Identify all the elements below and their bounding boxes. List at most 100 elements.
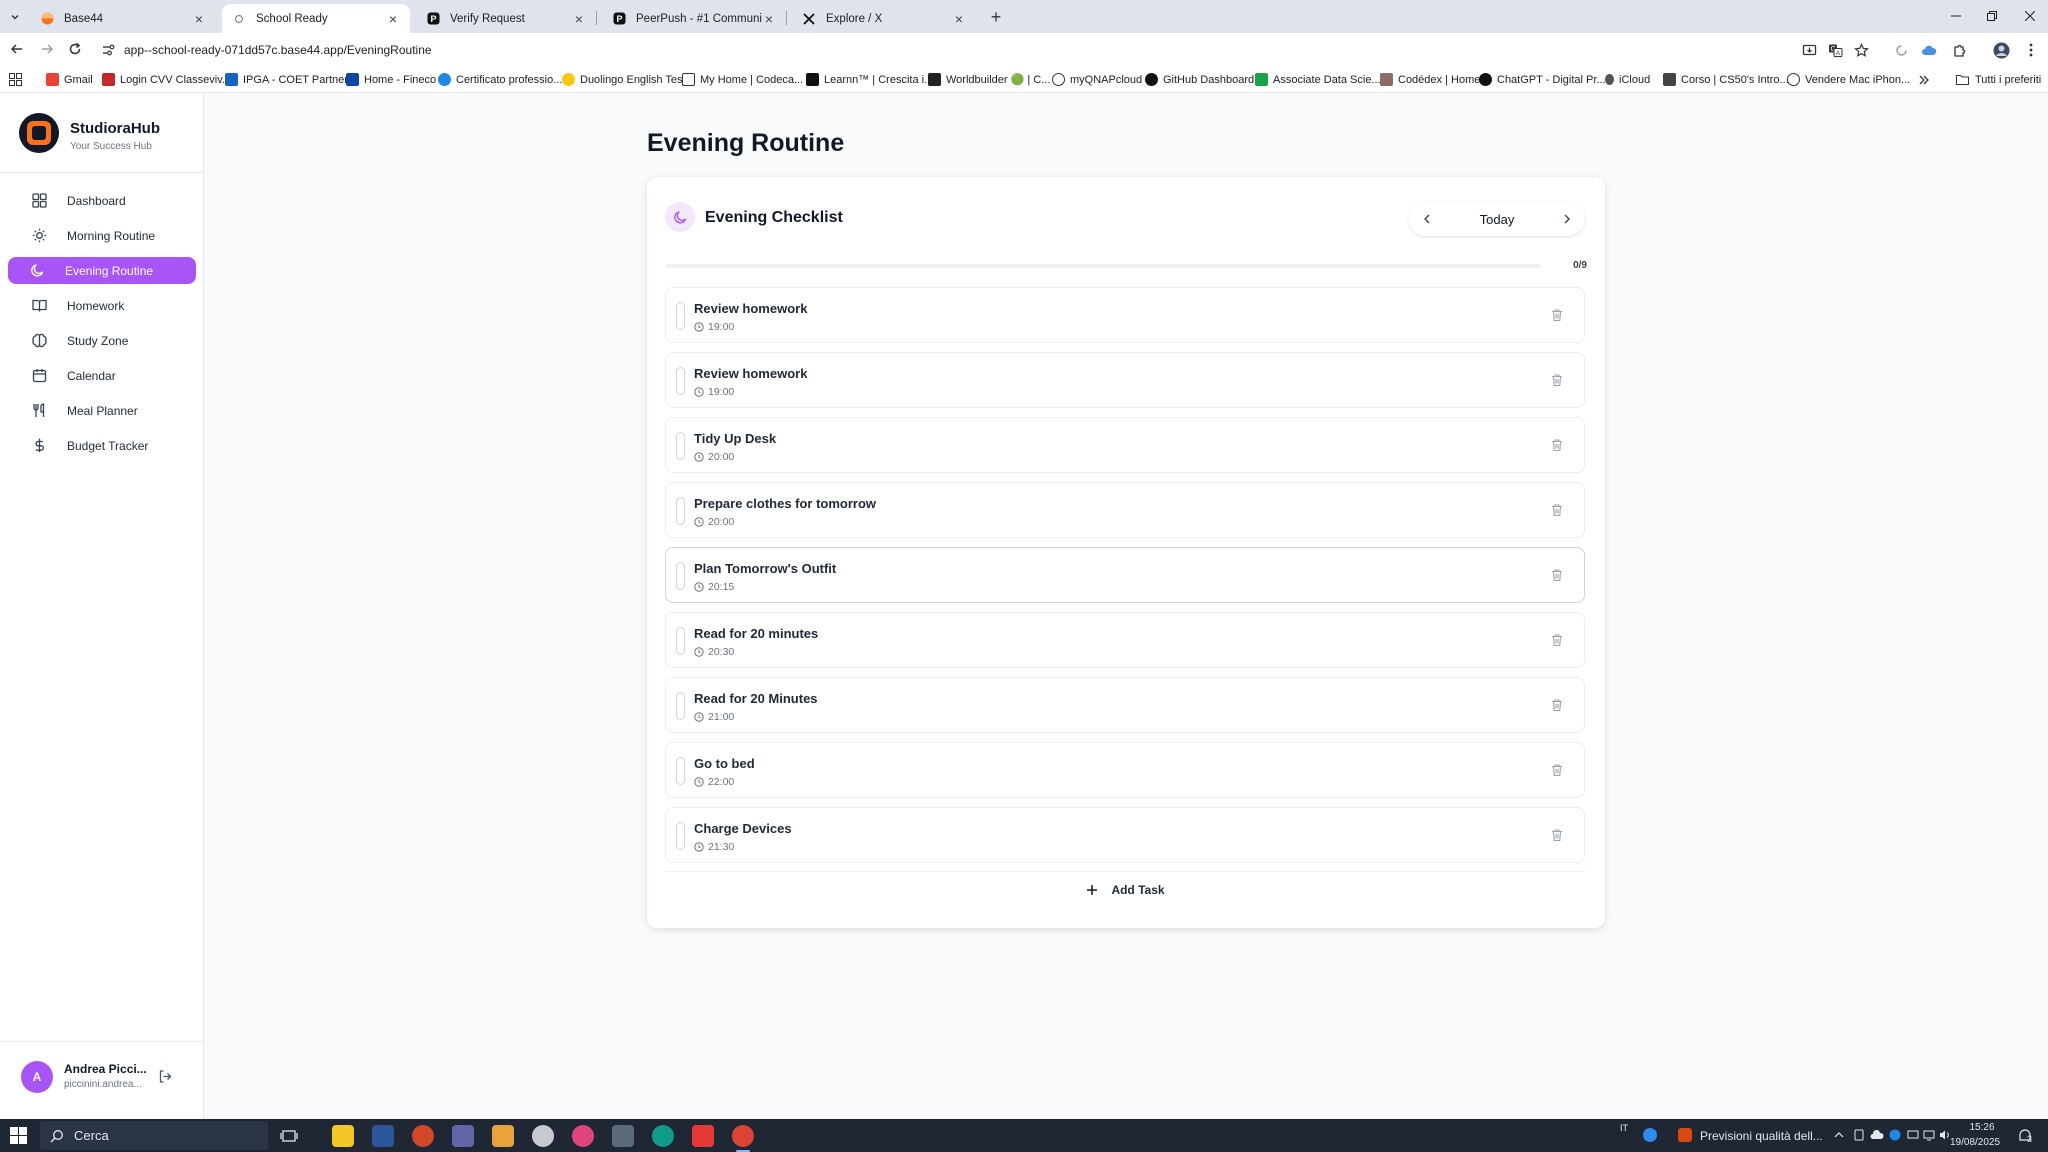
cloud-extension-icon[interactable]: [1920, 41, 1938, 59]
task-checkbox[interactable]: [676, 302, 685, 330]
task-checkbox[interactable]: [676, 757, 685, 785]
site-settings-icon[interactable]: [100, 42, 116, 58]
task-row[interactable]: Review homework 19:00: [665, 352, 1585, 408]
tab-search-chevron-icon[interactable]: [6, 8, 24, 26]
taskbar-time[interactable]: 15:26: [1962, 1122, 2002, 1133]
restore-icon[interactable]: [1982, 6, 2002, 26]
taskbar-date[interactable]: 19/08/2025: [1950, 1137, 2000, 1148]
trash-icon[interactable]: [1550, 763, 1564, 777]
chrome-app-icon[interactable]: [732, 1125, 754, 1152]
bookmark-icloud[interactable]: iCloud: [1605, 71, 1650, 88]
forward-arrow-icon[interactable]: [38, 40, 56, 58]
task-row[interactable]: Review homework 19:00: [665, 287, 1585, 343]
apps-grid-icon[interactable]: [9, 71, 22, 88]
bookmark-myqnapcloud[interactable]: myQNAPcloud: [1052, 71, 1142, 88]
trash-icon[interactable]: [1550, 438, 1564, 452]
task-checkbox[interactable]: [676, 627, 685, 655]
task-checkbox[interactable]: [676, 562, 685, 590]
trash-icon[interactable]: [1550, 308, 1564, 322]
help-icon[interactable]: [1643, 1128, 1657, 1142]
logout-icon[interactable]: [158, 1069, 173, 1084]
taskbar-search[interactable]: Cerca: [40, 1121, 268, 1150]
chevron-up-icon[interactable]: [1832, 1128, 1846, 1142]
task-view-icon[interactable]: [278, 1125, 300, 1147]
sidebar-item-budget-tracker[interactable]: Budget Tracker: [8, 432, 196, 459]
bookmark-ipga[interactable]: IPGA - COET Partners: [225, 71, 353, 88]
task-checkbox[interactable]: [676, 692, 685, 720]
close-icon[interactable]: ×: [952, 11, 966, 27]
trash-icon[interactable]: [1550, 828, 1564, 842]
add-task-button[interactable]: Add Task: [665, 871, 1585, 907]
sidebar-item-dashboard[interactable]: Dashboard: [8, 187, 196, 214]
task-checkbox[interactable]: [676, 822, 685, 850]
sidebar-item-evening-routine[interactable]: Evening Routine: [8, 257, 196, 284]
browser-tab-verify-request[interactable]: P Verify Request ×: [416, 4, 596, 33]
trash-icon[interactable]: [1550, 503, 1564, 517]
bookmark-gmail[interactable]: Gmail: [46, 71, 93, 88]
steam-app-icon[interactable]: [532, 1125, 554, 1147]
trash-icon[interactable]: [1550, 633, 1564, 647]
folder-app-icon[interactable]: [492, 1125, 514, 1147]
defender-icon[interactable]: [1888, 1128, 1902, 1142]
reload-icon[interactable]: [66, 40, 84, 58]
task-checkbox[interactable]: [676, 497, 685, 525]
bookmark-worldbuilder[interactable]: Worldbuilder 🟢 | C...: [928, 71, 1050, 88]
back-arrow-icon[interactable]: [8, 40, 26, 58]
task-checkbox[interactable]: [676, 367, 685, 395]
bookmark-associate-data[interactable]: Associate Data Scie...: [1255, 71, 1381, 88]
sidebar-item-homework[interactable]: Homework: [8, 292, 196, 319]
sidebar-item-calendar[interactable]: Calendar: [8, 362, 196, 389]
close-icon[interactable]: ×: [572, 11, 586, 27]
calculator-app-icon[interactable]: [612, 1125, 634, 1147]
sidebar-item-morning-routine[interactable]: Morning Routine: [8, 222, 196, 249]
meet-now-icon[interactable]: [1852, 1128, 1866, 1142]
media-player-app-icon[interactable]: [692, 1125, 714, 1147]
trash-icon[interactable]: [1550, 698, 1564, 712]
bookmark-codeca[interactable]: My Home | Codeca...: [682, 71, 803, 88]
extension-loading-icon[interactable]: [1892, 41, 1910, 59]
bookmark-learnn[interactable]: Learnn™ | Crescita i...: [806, 71, 933, 88]
keyboard-language[interactable]: IT: [1620, 1123, 1628, 1133]
browser-tab-explore-x[interactable]: Explore / X ×: [792, 4, 976, 33]
teams-app-icon[interactable]: [452, 1125, 474, 1147]
close-icon[interactable]: ×: [386, 11, 400, 27]
bookmark-github[interactable]: GitHub Dashboard: [1145, 71, 1254, 88]
weather-icon[interactable]: [1678, 1128, 1692, 1142]
display-icon[interactable]: [1906, 1128, 1920, 1142]
close-window-icon[interactable]: [2020, 6, 2040, 26]
more-bookmarks-chevron-icon[interactable]: [1918, 71, 1930, 88]
omnibox[interactable]: app--school-ready-071dd57c.base44.app/Ev…: [100, 37, 1880, 63]
onedrive-icon[interactable]: [1870, 1128, 1884, 1142]
bookmark-codedex[interactable]: Codédex | Home: [1380, 71, 1480, 88]
bookmark-star-icon[interactable]: [1852, 41, 1870, 59]
network-icon[interactable]: [1922, 1128, 1936, 1142]
task-row[interactable]: Read for 20 minutes 20:30: [665, 612, 1585, 668]
bookmark-duolingo[interactable]: Duolingo English Test: [562, 71, 686, 88]
task-row[interactable]: Tidy Up Desk 20:00: [665, 417, 1585, 473]
task-row[interactable]: Prepare clothes for tomorrow 20:00: [665, 482, 1585, 538]
bookmark-chatgpt[interactable]: ChatGPT - Digital Pr...: [1479, 71, 1606, 88]
notification-bell-icon[interactable]: 3: [2016, 1127, 2034, 1145]
powerpoint-app-icon[interactable]: [412, 1125, 434, 1147]
bookmark-classeviva[interactable]: Login CVV Classeviv...: [102, 71, 231, 88]
sidebar-item-study-zone[interactable]: Study Zone: [8, 327, 196, 354]
close-icon[interactable]: ×: [762, 11, 776, 27]
file-explorer-app-icon[interactable]: [332, 1125, 354, 1147]
trash-icon[interactable]: [1550, 568, 1564, 582]
minimize-icon[interactable]: [1946, 6, 1966, 26]
windows-start-icon[interactable]: [10, 1127, 27, 1144]
new-tab-plus-icon[interactable]: +: [986, 7, 1006, 27]
install-app-icon[interactable]: [1800, 41, 1818, 59]
close-icon[interactable]: ×: [192, 11, 206, 27]
task-row[interactable]: Plan Tomorrow's Outfit 20:15: [665, 547, 1585, 603]
bookmark-vendere-mac[interactable]: Vendere Mac iPhon...: [1787, 71, 1910, 88]
itunes-app-icon[interactable]: [572, 1125, 594, 1147]
all-bookmarks-folder[interactable]: Tutti i preferiti: [1956, 71, 2041, 88]
browser-menu-icon[interactable]: [2022, 41, 2040, 59]
chevron-right-icon[interactable]: [1559, 211, 1575, 227]
browser-tab-base44[interactable]: Base44 ×: [30, 4, 216, 33]
browser-tab-peerpush[interactable]: P PeerPush - #1 Community for I ×: [602, 4, 786, 33]
task-row[interactable]: Charge Devices 21:30: [665, 807, 1585, 863]
bookmark-certificato[interactable]: Certificato professio...: [438, 71, 562, 88]
avatar[interactable]: A: [21, 1061, 53, 1093]
